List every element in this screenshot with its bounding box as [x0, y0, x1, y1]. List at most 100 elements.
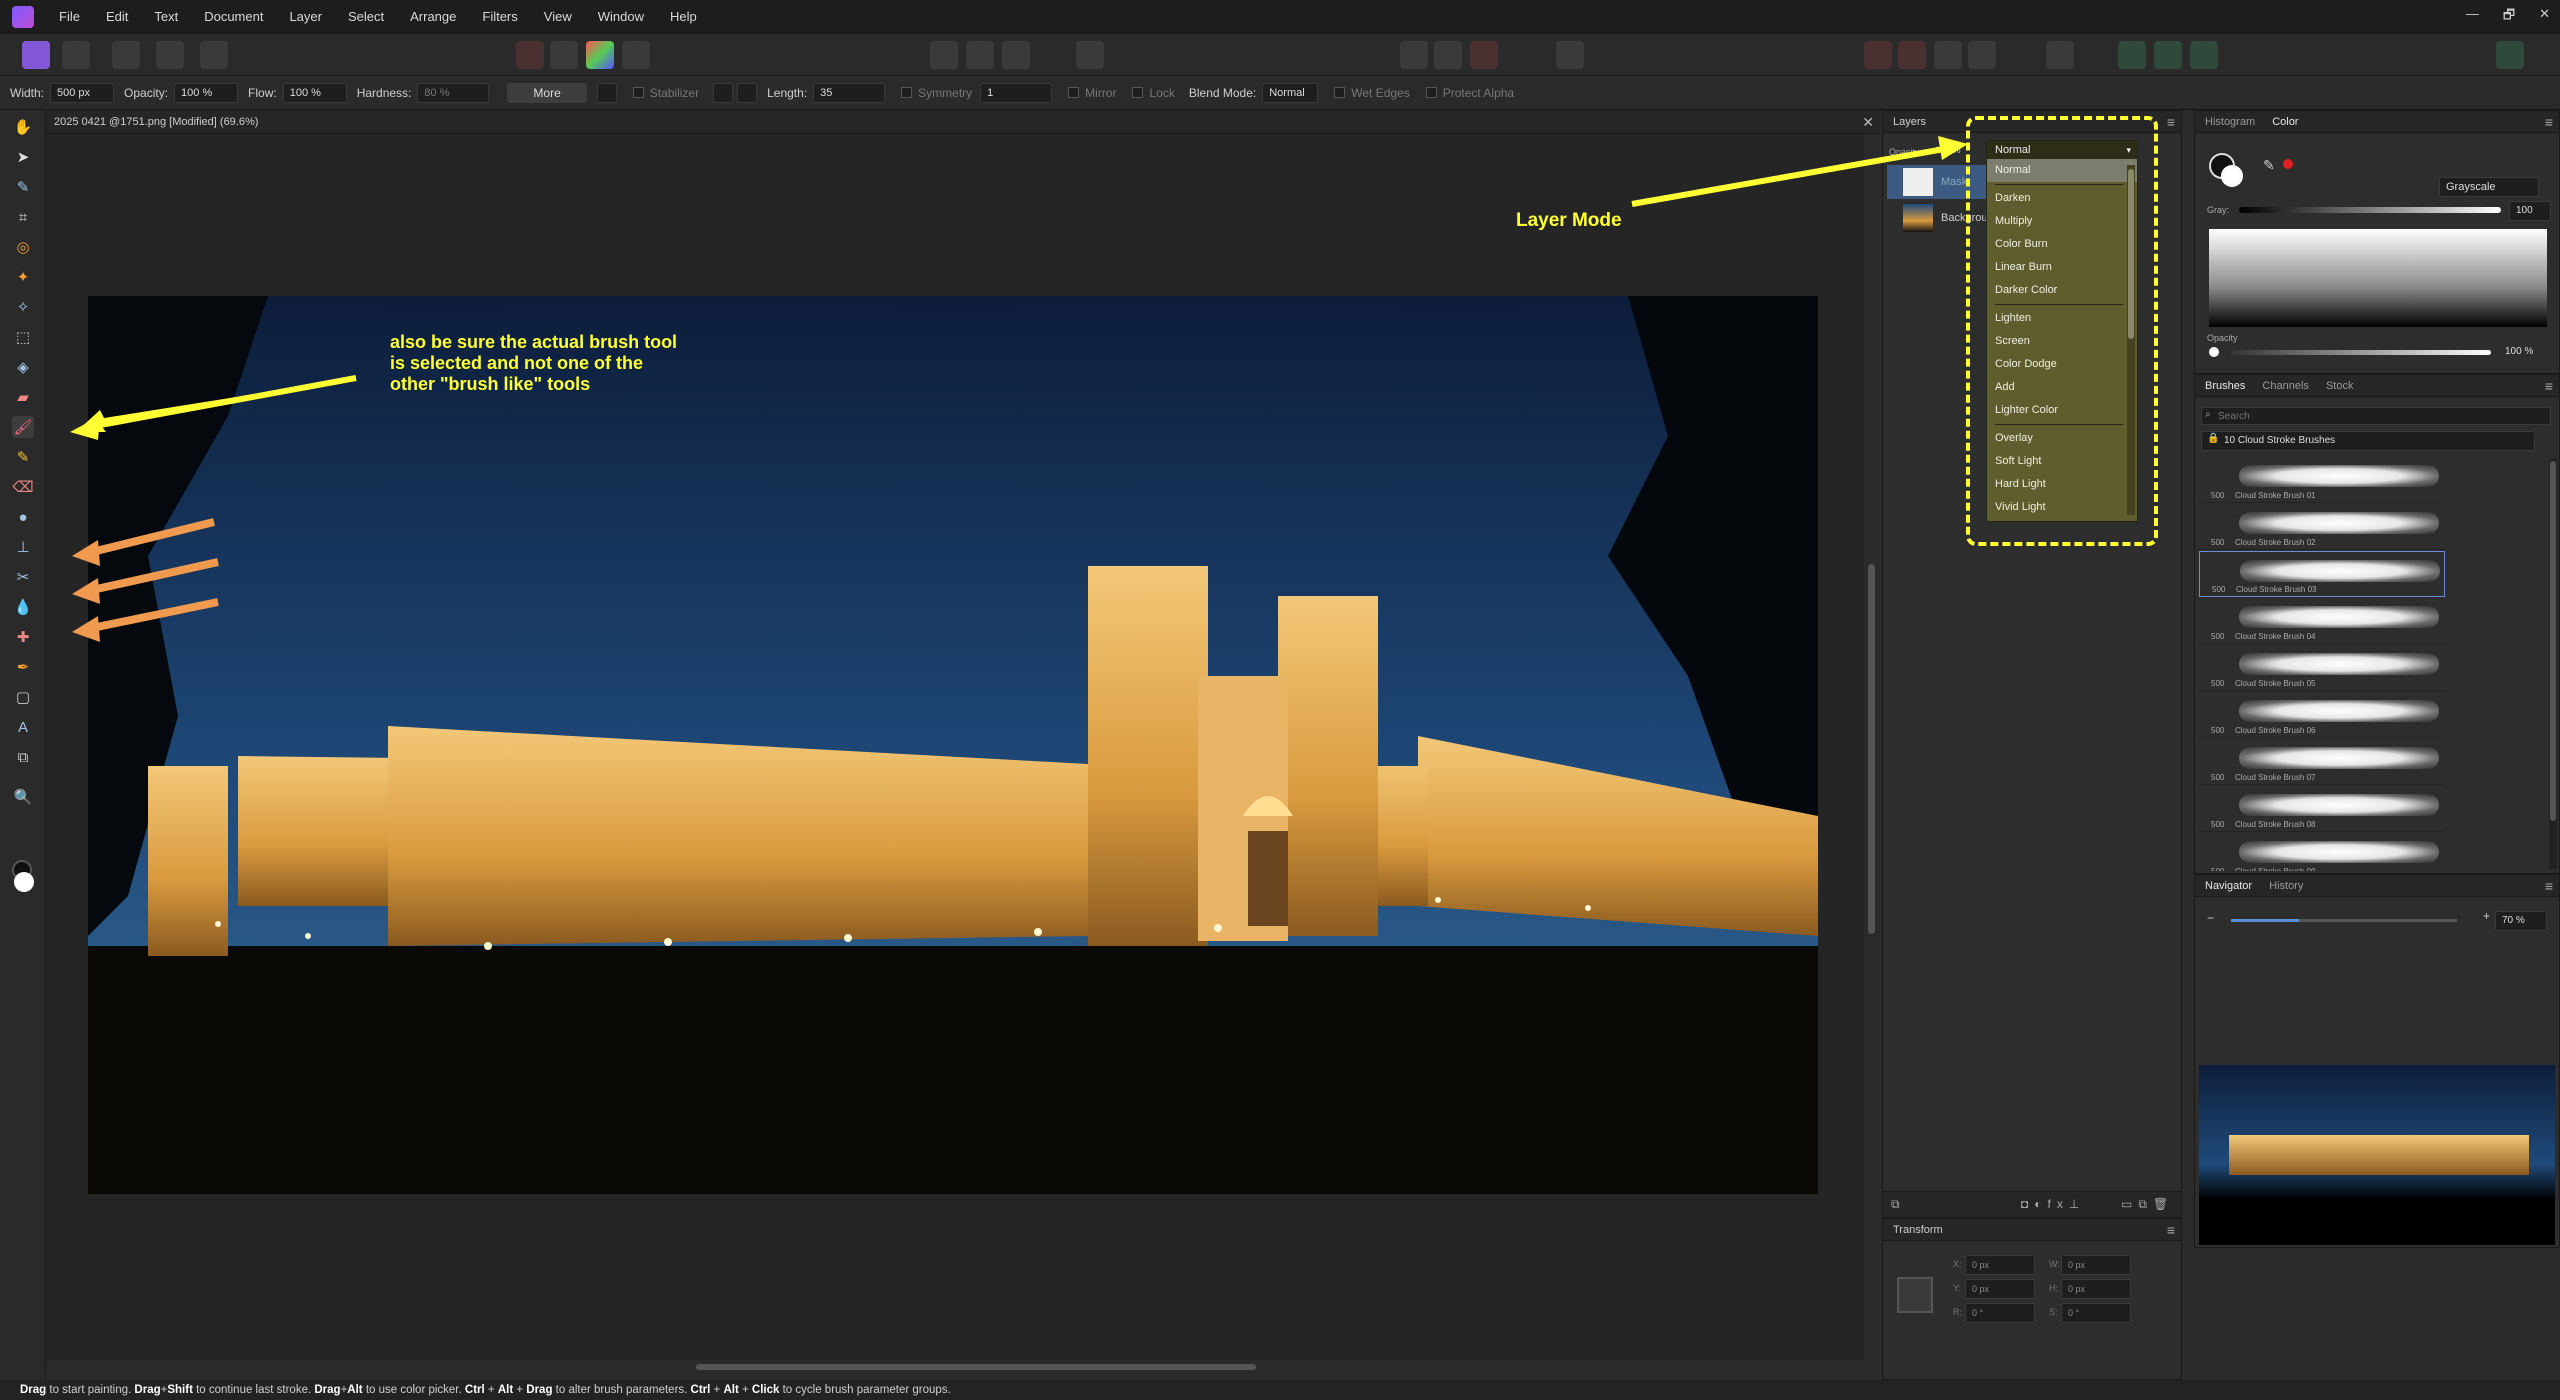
color-tab[interactable]: Color [2272, 116, 2298, 128]
vertical-scroll-thumb[interactable] [1868, 564, 1875, 934]
blend-mode-select[interactable]: Normal [1262, 82, 1319, 103]
stabilizer-checkbox[interactable] [632, 87, 644, 98]
assistant-icon[interactable] [1556, 41, 1584, 69]
gray-ramp[interactable] [2209, 229, 2547, 327]
transform-menu-icon[interactable]: ≡ [2167, 1219, 2175, 1241]
snapping-options-icon[interactable] [2154, 41, 2182, 69]
pixel-tool-icon[interactable]: ✎ [12, 446, 34, 468]
deselect-icon[interactable] [966, 41, 994, 69]
boolean-subtract-icon[interactable] [1898, 41, 1926, 69]
eyedropper-icon[interactable]: ✎ [2263, 157, 2275, 174]
menu-help[interactable]: Help [657, 0, 710, 34]
photo-persona-icon[interactable] [22, 41, 50, 69]
menu-window[interactable]: Window [585, 0, 657, 34]
layers-tab[interactable]: Layers [1893, 116, 1926, 128]
opacity-field[interactable]: 100 % [174, 82, 239, 103]
clone-brush-tool-icon[interactable]: ⊥ [12, 536, 34, 558]
layers-settings-icon[interactable]: ⧉ [1891, 1197, 1900, 1212]
zoom-out-icon[interactable]: − [2207, 911, 2214, 925]
rope-mode-icon[interactable] [713, 82, 734, 103]
brushes-tab[interactable]: Brushes [2205, 380, 2245, 392]
channels-tab[interactable]: Channels [2262, 380, 2308, 392]
window-mode-icon[interactable] [737, 82, 758, 103]
history-tab[interactable]: History [2269, 880, 2303, 892]
layer-actions-icon[interactable]: ◘◐fx⊥ [2021, 1197, 2085, 1211]
flow-field[interactable]: 100 % [282, 82, 347, 103]
hardness-field[interactable]: 80 % [417, 82, 490, 103]
histogram-tab[interactable]: Histogram [2205, 116, 2255, 128]
menu-view[interactable]: View [531, 0, 585, 34]
menu-filters[interactable]: Filters [469, 0, 530, 34]
stock-tab[interactable]: Stock [2326, 380, 2354, 392]
transform-value[interactable]: 0 px [1965, 1279, 2035, 1299]
width-field[interactable]: 500 px [50, 82, 115, 103]
artistic-text-tool-icon[interactable]: A [12, 716, 34, 738]
color-model-select[interactable]: Grayscale [2439, 177, 2539, 197]
color-opacity-slider[interactable] [2231, 350, 2491, 355]
navigator-preview[interactable] [2199, 1065, 2555, 1245]
tone-mapping-persona-icon[interactable] [156, 41, 184, 69]
brush-search-input[interactable] [2201, 407, 2551, 425]
symmetry-checkbox[interactable] [901, 87, 913, 98]
mirror-checkbox[interactable] [1068, 87, 1080, 98]
symmetry-count-field[interactable]: 1 [980, 82, 1053, 103]
brush-item[interactable]: 500 Cloud Stroke Brush 02 [2199, 504, 2445, 550]
horizontal-scroll-thumb[interactable] [696, 1364, 1256, 1370]
brush-item[interactable]: 500 Cloud Stroke Brush 03 [2199, 551, 2445, 597]
brush-item[interactable]: 500 Cloud Stroke Brush 06 [2199, 692, 2445, 738]
invert-selection-icon[interactable] [1002, 41, 1030, 69]
align-icon[interactable] [2046, 41, 2074, 69]
gray-value[interactable]: 100 [2509, 201, 2551, 221]
brushes-menu-icon[interactable]: ≡ [2545, 375, 2553, 397]
document-tab[interactable]: 2025 0421 @1751.png [Modified] (69.6%) ✕ [46, 110, 1880, 134]
transform-value[interactable]: 0 ° [1965, 1303, 2035, 1323]
pen-tool-icon[interactable]: ✒ [12, 656, 34, 678]
dodge-tool-icon[interactable]: ● [12, 506, 34, 528]
menu-select[interactable]: Select [335, 0, 397, 34]
menu-arrange[interactable]: Arrange [397, 0, 469, 34]
menu-file[interactable]: File [46, 0, 93, 34]
menu-edit[interactable]: Edit [93, 0, 141, 34]
brush-preview-icon[interactable] [596, 82, 617, 103]
develop-persona-icon[interactable] [112, 41, 140, 69]
more-button[interactable]: More [507, 82, 587, 103]
paint-brush-tool-icon[interactable]: 🖌 [12, 416, 34, 438]
layers-menu-icon[interactable]: ≡ [2167, 111, 2175, 133]
liquify-persona-icon[interactable] [62, 41, 90, 69]
menu-layer[interactable]: Layer [276, 0, 335, 34]
zoom-in-icon[interactable]: + [2483, 909, 2490, 923]
anchor-selector-icon[interactable] [1897, 1277, 1933, 1313]
boolean-intersect-icon[interactable] [1934, 41, 1962, 69]
flood-select-tool-icon[interactable]: ✦ [12, 266, 34, 288]
navigator-tab[interactable]: Navigator [2205, 880, 2252, 892]
red-eye-tool-icon[interactable]: ✚ [12, 626, 34, 648]
boolean-add-icon[interactable] [1864, 41, 1892, 69]
restore-button[interactable]: 🗗 [2503, 6, 2515, 28]
layer-opacity-value[interactable]: 100 % [1935, 145, 1961, 155]
brush-scrollbar[interactable] [2549, 459, 2557, 869]
account-icon[interactable] [2496, 41, 2524, 69]
marquee-tool-icon[interactable]: ⬚ [12, 326, 34, 348]
split-view-icon[interactable] [1434, 41, 1462, 69]
transparent-swatch-icon[interactable] [2283, 159, 2293, 169]
blur-brush-tool-icon[interactable]: 💧 [12, 596, 34, 618]
vertical-scrollbar[interactable] [1864, 134, 1880, 1360]
crop-tool-icon[interactable]: ⌗ [12, 206, 34, 228]
mesh-warp-tool-icon[interactable]: ⧉ [12, 746, 34, 768]
magic-wand-tool-icon[interactable]: ✧ [12, 296, 34, 318]
mirror-view-icon[interactable] [1470, 41, 1498, 69]
protect-alpha-checkbox[interactable] [1425, 87, 1437, 98]
color-opacity-value[interactable]: 100 % [2505, 346, 2533, 357]
move-tool-icon[interactable]: ➤ [12, 146, 34, 168]
color-picker-tool-icon[interactable]: ✎ [12, 176, 34, 198]
color-menu-icon[interactable]: ≡ [2545, 111, 2553, 133]
export-persona-icon[interactable] [200, 41, 228, 69]
boolean-xor-icon[interactable] [1968, 41, 1996, 69]
color-wells[interactable] [10, 860, 40, 900]
menu-text[interactable]: Text [141, 0, 191, 34]
secondary-color-icon[interactable] [14, 872, 34, 892]
horizontal-scrollbar[interactable] [46, 1360, 1880, 1374]
pixel-snap-icon[interactable] [2190, 41, 2218, 69]
zoom-tool-icon[interactable]: 🔍 [12, 786, 34, 808]
gray-slider[interactable] [2239, 207, 2501, 213]
